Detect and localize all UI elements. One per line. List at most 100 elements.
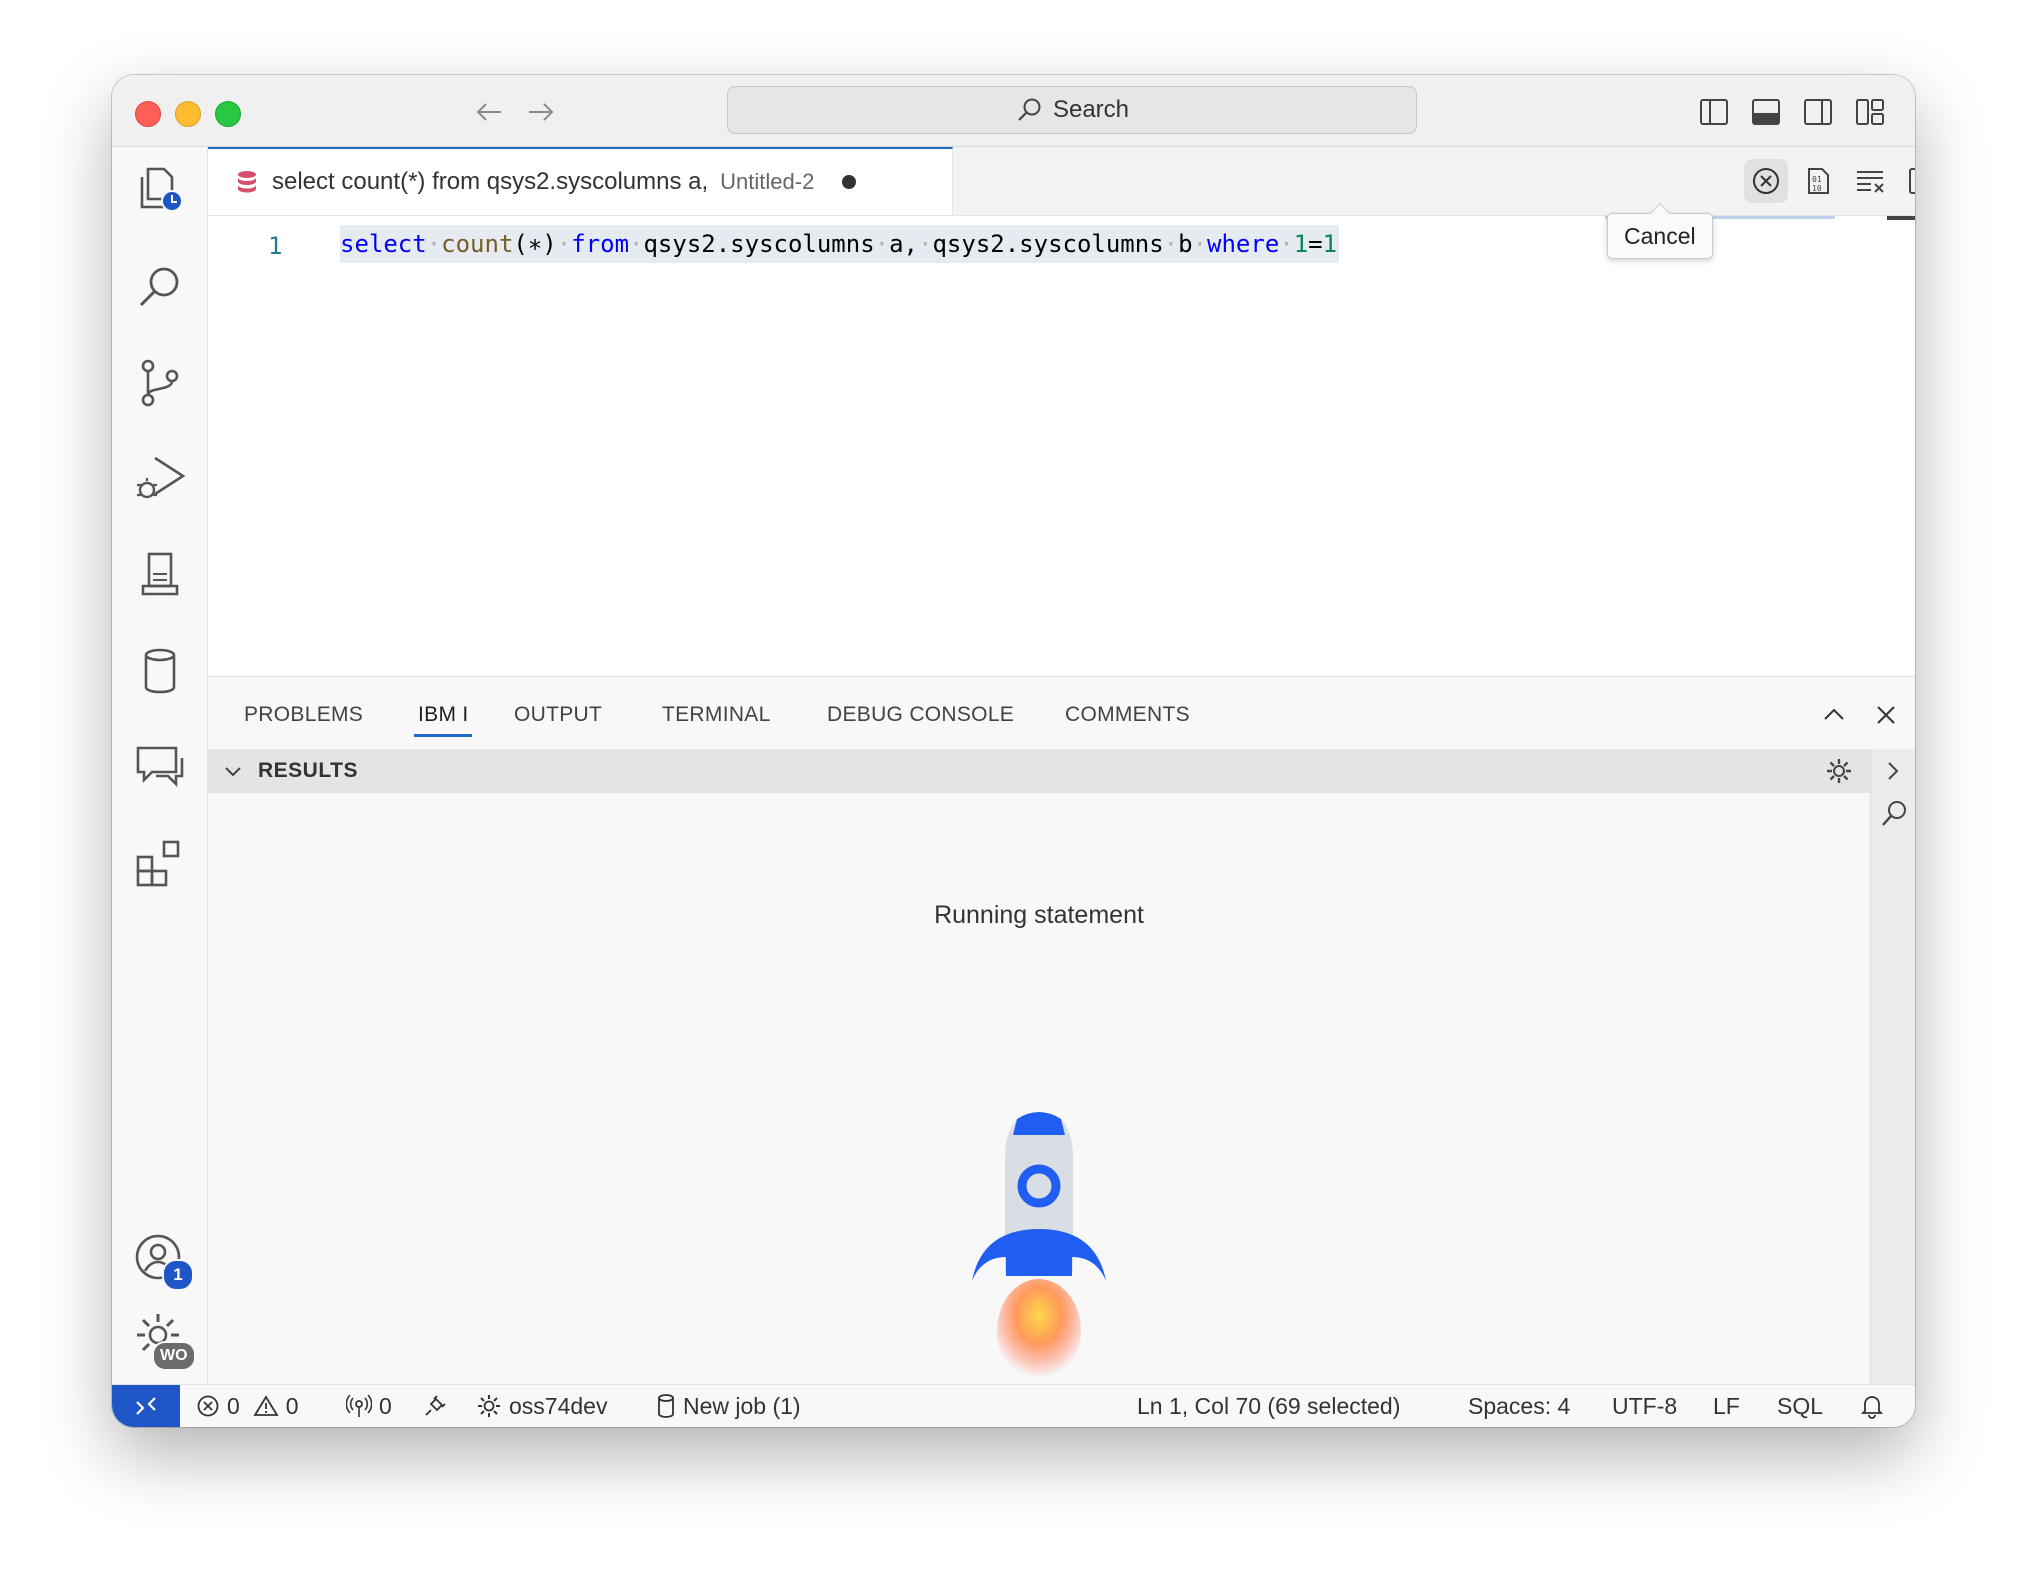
ibmi-server-icon[interactable] bbox=[112, 535, 207, 615]
accounts-icon[interactable]: 1 bbox=[112, 1219, 207, 1299]
window-minimize-button[interactable] bbox=[175, 101, 201, 127]
connection-status[interactable]: oss74dev bbox=[476, 1385, 607, 1427]
bottom-panel: PROBLEMS IBM I OUTPUT TERMINAL DEBUG CON… bbox=[208, 676, 1915, 1386]
binary-file-icon[interactable]: 01 10 bbox=[1796, 159, 1840, 203]
indentation-status[interactable]: Spaces: 4 bbox=[1468, 1385, 1570, 1427]
code-token: where bbox=[1207, 230, 1280, 258]
code-token: qsys2.syscolumns bbox=[932, 230, 1164, 258]
code-editor[interactable]: 1 select · count (∗) · from · qsys2.syscolumns ·… bbox=[208, 216, 1915, 676]
toggle-secondary-sidebar-icon[interactable] bbox=[1801, 95, 1835, 129]
status-bar: 0 0 0 oss74dev New job (1) Ln 1, Col 70 … bbox=[112, 1384, 1915, 1427]
cancel-circle-icon[interactable] bbox=[1744, 159, 1788, 203]
editor-tab[interactable]: select count(*) from qsys2.syscolumns a,… bbox=[208, 147, 953, 215]
run-debug-icon[interactable] bbox=[112, 439, 207, 519]
remote-icon bbox=[136, 1397, 156, 1415]
cancel-tooltip: Cancel bbox=[1607, 213, 1713, 259]
results-body: Running statement bbox=[208, 793, 1870, 1386]
tab-output[interactable]: OUTPUT bbox=[514, 703, 602, 727]
database-icon bbox=[238, 171, 256, 193]
code-line[interactable]: select · count (∗) · from · qsys2.syscolumns · a,… bbox=[340, 225, 1340, 263]
notebook-chat-icon[interactable] bbox=[112, 727, 207, 807]
gear-icon bbox=[478, 1395, 500, 1417]
code-token: 1 bbox=[1293, 230, 1309, 258]
panel-side-strip bbox=[1870, 749, 1915, 1386]
clear-format-icon[interactable] bbox=[1848, 159, 1892, 203]
eol-status[interactable]: LF bbox=[1713, 1385, 1740, 1427]
tab-description: Untitled-2 bbox=[720, 169, 815, 194]
source-control-icon[interactable] bbox=[112, 343, 207, 423]
error-count: 0 bbox=[227, 1392, 240, 1419]
broadcast-icon bbox=[346, 1394, 372, 1417]
unsaved-dot-icon[interactable] bbox=[842, 175, 857, 189]
title-bar: Search bbox=[112, 75, 1915, 147]
database-icon[interactable] bbox=[112, 631, 207, 711]
explorer-timeline-icon[interactable] bbox=[112, 149, 207, 229]
customize-layout-icon[interactable] bbox=[1853, 95, 1887, 129]
chevron-right-icon[interactable] bbox=[1883, 759, 1903, 783]
manage-badge: WO bbox=[152, 1341, 196, 1371]
code-token: = bbox=[1308, 230, 1323, 258]
connection-name: oss74dev bbox=[509, 1392, 608, 1419]
line-number: 1 bbox=[268, 232, 283, 260]
activity-bar: 1 WO bbox=[112, 147, 208, 1385]
tab-problems[interactable]: PROBLEMS bbox=[244, 703, 363, 727]
language-mode[interactable]: SQL bbox=[1777, 1385, 1823, 1427]
code-token: (∗) bbox=[513, 230, 557, 258]
search-icon bbox=[1018, 98, 1041, 121]
code-token: 1 bbox=[1322, 230, 1338, 258]
job-status[interactable]: New job (1) bbox=[656, 1385, 801, 1427]
error-icon bbox=[197, 1395, 219, 1417]
plug-status[interactable] bbox=[422, 1385, 448, 1427]
tab-debug-console[interactable]: DEBUG CONSOLE bbox=[827, 703, 1014, 727]
extensions-icon[interactable] bbox=[112, 823, 207, 903]
notifications-bell-icon[interactable] bbox=[1860, 1385, 1884, 1427]
cursor-position[interactable]: Ln 1, Col 70 (69 selected) bbox=[1137, 1385, 1400, 1427]
toggle-primary-sidebar-icon[interactable] bbox=[1697, 95, 1731, 129]
results-section-header[interactable]: RESULTS bbox=[208, 749, 1870, 793]
scrollbar-indicator[interactable] bbox=[1887, 216, 1915, 220]
code-token: b bbox=[1178, 230, 1193, 258]
problems-status[interactable]: 0 0 bbox=[196, 1385, 299, 1427]
code-token: count bbox=[441, 230, 514, 258]
svg-text:10: 10 bbox=[1812, 184, 1822, 193]
remote-indicator[interactable] bbox=[112, 1385, 180, 1427]
toggle-panel-icon[interactable] bbox=[1749, 95, 1783, 129]
chevron-down-icon bbox=[225, 767, 241, 777]
warning-icon bbox=[253, 1395, 279, 1416]
encoding-status[interactable]: UTF-8 bbox=[1612, 1385, 1677, 1427]
rocket-icon bbox=[972, 1112, 1106, 1383]
ports-status[interactable]: 0 bbox=[346, 1385, 392, 1427]
tab-comments[interactable]: COMMENTS bbox=[1065, 703, 1190, 727]
gear-icon[interactable] bbox=[1824, 756, 1854, 786]
window-close-button[interactable] bbox=[135, 101, 161, 127]
ports-count: 0 bbox=[379, 1392, 392, 1419]
search-label: Search bbox=[1052, 96, 1130, 123]
command-center-search[interactable]: Search bbox=[727, 86, 1417, 134]
back-arrow-icon[interactable] bbox=[472, 97, 506, 127]
close-panel-icon[interactable] bbox=[1866, 695, 1906, 735]
accounts-badge: 1 bbox=[162, 1259, 194, 1291]
tab-terminal[interactable]: TERMINAL bbox=[662, 703, 771, 727]
tab-ibmi[interactable]: IBM I bbox=[418, 703, 469, 727]
code-token: a, bbox=[889, 230, 919, 258]
svg-text:01: 01 bbox=[1812, 175, 1822, 184]
vscode-window: Search 1 WO select count(*) from qsys2.s… bbox=[112, 75, 1915, 1427]
plug-icon bbox=[425, 1395, 446, 1416]
split-editor-icon[interactable] bbox=[1900, 159, 1915, 203]
warning-count: 0 bbox=[285, 1392, 299, 1419]
manage-gear-icon[interactable]: WO bbox=[112, 1297, 207, 1377]
maximize-panel-chevron-up-icon[interactable] bbox=[1814, 695, 1854, 735]
results-title: RESULTS bbox=[258, 759, 358, 782]
code-token: select bbox=[340, 230, 427, 258]
code-token: from bbox=[571, 230, 630, 258]
search-icon[interactable] bbox=[112, 247, 207, 327]
forward-arrow-icon[interactable] bbox=[524, 97, 558, 127]
tab-title: select count(*) from qsys2.syscolumns a, bbox=[272, 168, 709, 195]
database-icon bbox=[658, 1394, 674, 1418]
code-token: qsys2.syscolumns bbox=[643, 230, 875, 258]
active-tab-underline bbox=[414, 734, 472, 737]
search-icon[interactable] bbox=[1879, 799, 1909, 829]
window-maximize-button[interactable] bbox=[215, 101, 241, 127]
job-label: New job (1) bbox=[683, 1392, 801, 1419]
running-statement-text: Running statement bbox=[934, 901, 1144, 929]
